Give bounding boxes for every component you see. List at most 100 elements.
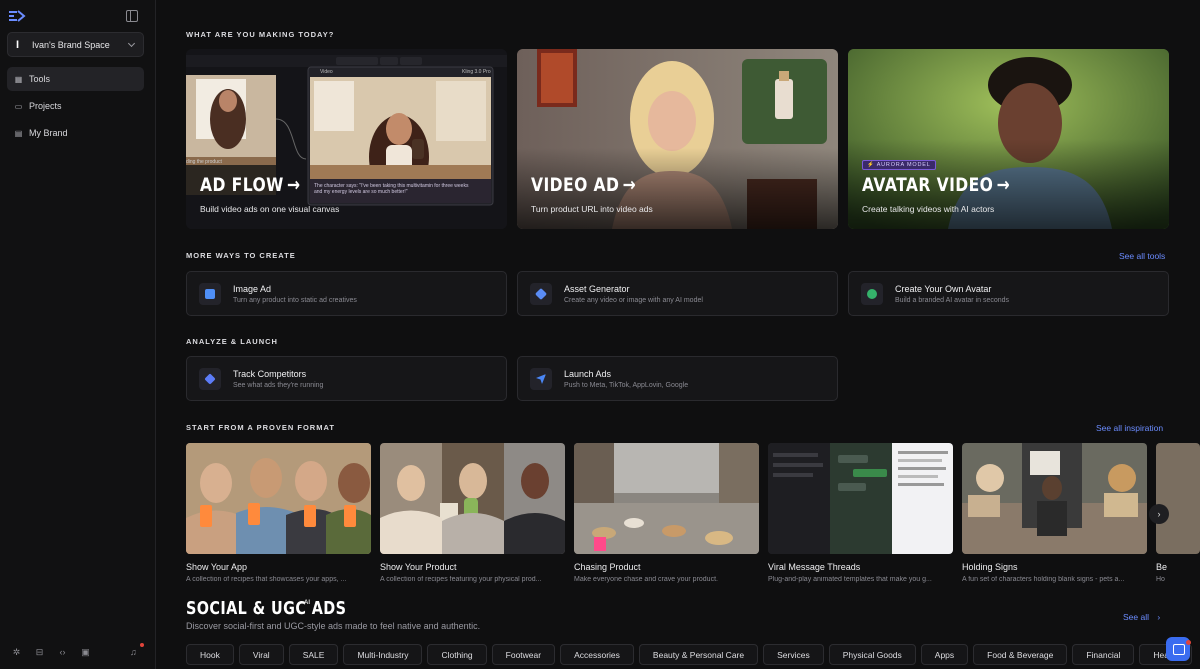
format-description: Ho: [1156, 576, 1165, 583]
arrow-right-icon: →: [622, 174, 637, 196]
format-title: Be: [1156, 562, 1168, 572]
section-title-proven-format: START FROM A PROVEN FORMAT: [186, 423, 335, 432]
sidebar-item-projects[interactable]: ▭ Projects: [7, 94, 144, 118]
format-card-viral-message-threads[interactable]: Viral Message Threads Plug-and-play anim…: [768, 443, 953, 583]
tool-card-track-competitors[interactable]: Track Competitors See what ads they're r…: [186, 356, 507, 401]
code-icon[interactable]: ‹›: [58, 648, 67, 657]
logo-icon[interactable]: [8, 9, 26, 23]
category-chip[interactable]: Viral: [238, 644, 284, 665]
see-all-social-link[interactable]: See all ›: [1123, 612, 1160, 622]
hero-card-video-ad[interactable]: VIDEO AD → Turn product URL into video ad…: [517, 49, 838, 229]
sidebar-item-tools[interactable]: ▦ Tools: [7, 67, 144, 91]
format-description: Plug-and-play animated templates that ma…: [768, 576, 932, 583]
chat-notification-dot: [1186, 640, 1191, 645]
format-title: Viral Message Threads: [768, 562, 861, 572]
hero-subtitle: Create talking videos with AI actors: [862, 204, 995, 214]
format-description: A fun set of characters holding blank si…: [962, 576, 1125, 583]
main-content: WHAT ARE YOU MAKING TODAY? The character…: [157, 0, 1200, 669]
see-all-tools-link[interactable]: See all tools: [1119, 251, 1165, 261]
format-title: Show Your Product: [380, 562, 457, 572]
sidebar-item-label: Tools: [29, 74, 51, 84]
category-chip[interactable]: Hook: [186, 644, 234, 665]
user-plus-icon: [861, 283, 883, 305]
section-title-analyze: ANALYZE & LAUNCH: [186, 337, 278, 346]
ad-flow-canvas-image: [186, 49, 507, 229]
format-thumbnail: [574, 443, 759, 554]
category-chip[interactable]: Accessories: [560, 644, 634, 665]
gift-icon[interactable]: ▣: [81, 648, 90, 657]
section-title-making: WHAT ARE YOU MAKING TODAY?: [186, 30, 335, 39]
category-chip[interactable]: Services: [763, 644, 824, 665]
hero-card-ad-flow[interactable]: The character says: "I've been taking th…: [186, 49, 507, 229]
category-chip[interactable]: SALE: [288, 644, 339, 665]
carousel-next-button[interactable]: ›: [1149, 504, 1169, 524]
social-section-subtitle: Discover social-first and UGC-style ads …: [186, 621, 481, 631]
format-card-show-your-app[interactable]: Show Your App A collection of recipes th…: [186, 443, 371, 583]
format-card-show-your-product[interactable]: Show Your Product A collection of recipe…: [380, 443, 565, 583]
tool-title: Track Competitors: [233, 369, 307, 379]
category-chip[interactable]: Food & Beverage: [973, 644, 1068, 665]
section-title-more-ways: MORE WAYS TO CREATE: [186, 251, 296, 260]
category-chip[interactable]: Clothing: [427, 644, 487, 665]
sidebar: I Ivan's Brand Space ▦ Tools ▭ Projects …: [0, 0, 156, 669]
category-chip[interactable]: Beauty & Personal Care: [638, 644, 759, 665]
category-chip[interactable]: Physical Goods: [828, 644, 916, 665]
tool-subtitle: Build a branded AI avatar in seconds: [895, 297, 1010, 304]
tool-title: Asset Generator: [564, 284, 630, 294]
arrow-right-icon: →: [287, 174, 301, 196]
tool-title: Image Ad: [233, 284, 272, 294]
hero-subtitle: Build video ads on one visual canvas: [200, 204, 340, 214]
sidebar-collapse-icon[interactable]: [126, 10, 138, 22]
social-section-title: SOCIAL & UGC ADS: [186, 598, 347, 619]
bell-icon[interactable]: ♫: [130, 648, 139, 657]
chevron-down-icon: [127, 39, 136, 47]
sidebar-item-label: My Brand: [29, 128, 68, 138]
tool-subtitle: Push to Meta, TikTok, AppLovin, Google: [564, 382, 689, 389]
category-chip[interactable]: Apps: [920, 644, 969, 665]
archive-icon[interactable]: ⊟: [35, 648, 44, 657]
format-card-chasing-product[interactable]: Chasing Product Make everyone chase and …: [574, 443, 759, 583]
image-ad-icon: [199, 283, 221, 305]
chevron-right-icon: ›: [1157, 612, 1161, 622]
sidebar-item-my-brand[interactable]: ▤ My Brand: [7, 121, 144, 145]
target-icon: [199, 368, 221, 390]
tool-title: Create Your Own Avatar: [895, 284, 992, 294]
format-thumbnail: [962, 443, 1147, 554]
format-thumbnail: [1156, 443, 1200, 554]
flow-caption: The character says: "I've been taking th…: [314, 183, 469, 195]
hero-title: VIDEO AD →: [531, 174, 637, 196]
ai-badge: AI: [304, 600, 310, 606]
flow-node-label: ding the product: [186, 159, 222, 165]
chevron-right-icon: ›: [1157, 509, 1161, 519]
format-card-holding-signs[interactable]: Holding Signs A fun set of characters ho…: [962, 443, 1147, 583]
hero-subtitle: Turn product URL into video ads: [531, 204, 653, 214]
settings-icon[interactable]: ✲: [12, 648, 21, 657]
flow-video-label: Video: [320, 69, 333, 75]
category-chip[interactable]: Multi-Industry: [343, 644, 423, 665]
tool-card-launch-ads[interactable]: Launch Ads Push to Meta, TikTok, AppLovi…: [517, 356, 838, 401]
aurora-model-badge: ⚡ AURORA MODEL: [862, 160, 936, 170]
avatar-video-image: [848, 49, 1169, 229]
hero-title: AD FLOW →: [200, 174, 301, 196]
tool-card-asset-generator[interactable]: Asset Generator Create any video or imag…: [517, 271, 838, 316]
video-ad-image: [517, 49, 838, 229]
format-description: A collection of recipes featuring your p…: [380, 576, 542, 583]
hero-card-avatar-video[interactable]: ⚡ AURORA MODEL AVATAR VIDEO → Create talk…: [848, 49, 1169, 229]
format-title: Chasing Product: [574, 562, 641, 572]
format-thumbnail: [768, 443, 953, 554]
tool-card-image-ad[interactable]: Image Ad Turn any product into static ad…: [186, 271, 507, 316]
flow-model-label: Kling 3.0 Pro: [462, 69, 491, 75]
category-chip[interactable]: Financial: [1072, 644, 1135, 665]
brand-space-name: Ivan's Brand Space: [32, 39, 110, 50]
tool-card-create-avatar[interactable]: Create Your Own Avatar Build a branded A…: [848, 271, 1169, 316]
category-chip[interactable]: Footwear: [491, 644, 556, 665]
format-thumbnail: [186, 443, 371, 554]
hero-title: AVATAR VIDEO →: [862, 174, 1011, 196]
tool-subtitle: See what ads they're running: [233, 382, 324, 389]
format-description: A collection of recipes that showcases y…: [186, 576, 347, 583]
grid-icon: ▦: [14, 74, 23, 84]
brand-space-selector[interactable]: I Ivan's Brand Space: [7, 32, 144, 57]
tool-subtitle: Create any video or image with any AI mo…: [564, 297, 703, 304]
sidebar-footer-icons: ✲ ⊟ ‹› ▣: [12, 648, 90, 657]
see-all-inspiration-link[interactable]: See all inspiration: [1096, 423, 1163, 433]
